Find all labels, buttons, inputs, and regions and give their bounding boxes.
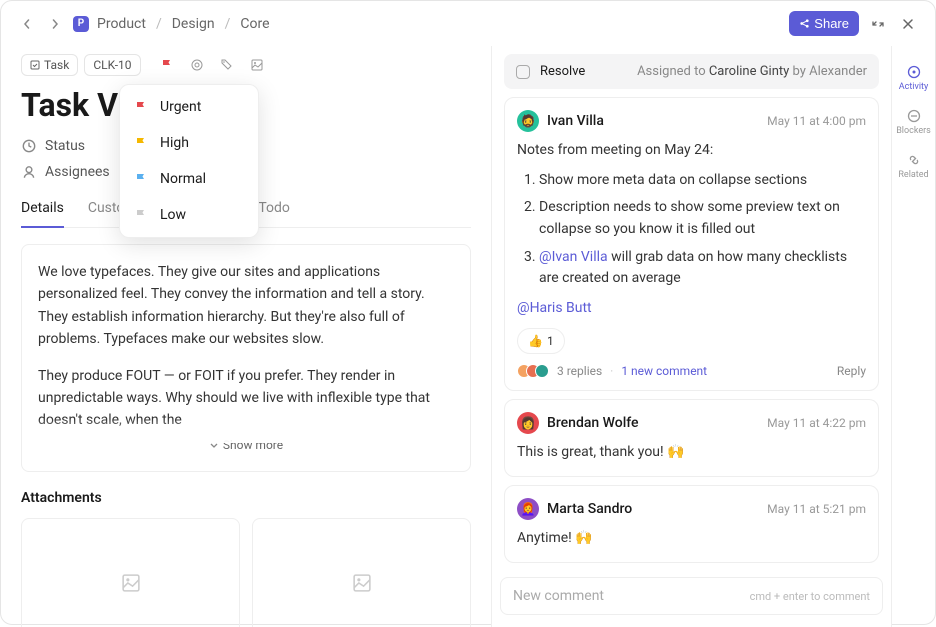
comment-time: May 11 at 4:22 pm (767, 416, 866, 430)
priority-flag-icon[interactable] (159, 57, 175, 73)
description-box[interactable]: We love typefaces. They give our sites a… (21, 244, 471, 472)
attachment-slot[interactable] (21, 518, 240, 627)
resolve-checkbox[interactable] (516, 65, 530, 79)
mention[interactable]: @Ivan Villa (539, 249, 608, 265)
target-icon[interactable] (189, 57, 205, 73)
breadcrumb-product[interactable]: Product (97, 16, 146, 32)
breadcrumb-core[interactable]: Core (240, 16, 269, 32)
comment-time: May 11 at 5:21 pm (767, 502, 866, 516)
new-comment-badge[interactable]: 1 new comment (621, 364, 707, 378)
breadcrumb-design[interactable]: Design (172, 16, 215, 32)
share-button[interactable]: Share (789, 11, 859, 36)
rail-related[interactable]: Related (892, 144, 935, 188)
breadcrumb-badge: P (73, 16, 89, 32)
tag-icon[interactable] (219, 57, 235, 73)
nav-back[interactable] (17, 14, 37, 34)
task-type-chip[interactable]: Task (21, 54, 78, 76)
comment-author[interactable]: Ivan Villa (547, 113, 604, 129)
avatar: 🧔 (517, 110, 539, 132)
reply-avatars (517, 364, 549, 378)
rail-blockers[interactable]: Blockers (892, 100, 935, 144)
rail-activity[interactable]: Activity (892, 56, 935, 100)
resolve-bar: Resolve Assigned to Caroline Ginty by Al… (504, 54, 879, 89)
priority-high[interactable]: High (120, 125, 258, 161)
nav-forward[interactable] (45, 14, 65, 34)
image-icon[interactable] (249, 57, 265, 73)
avatar: 👩‍🦰 (517, 498, 539, 520)
avatar: 👩 (517, 412, 539, 434)
priority-normal[interactable]: Normal (120, 161, 258, 197)
reply-button[interactable]: Reply (837, 364, 866, 378)
comment: 👩‍🦰 Marta Sandro May 11 at 5:21 pm Anyti… (504, 485, 879, 563)
comment-composer[interactable]: New comment cmd + enter to comment (500, 577, 883, 615)
comment: 🧔 Ivan Villa May 11 at 4:00 pm Notes fro… (504, 97, 879, 391)
reaction-chip[interactable]: 👍 1 (517, 328, 565, 355)
comment: 👩 Brendan Wolfe May 11 at 4:22 pm This i… (504, 399, 879, 477)
priority-urgent[interactable]: Urgent (120, 89, 258, 125)
mention[interactable]: @Haris Butt (517, 300, 592, 316)
comment-time: May 11 at 4:00 pm (767, 114, 866, 128)
close-icon[interactable] (897, 13, 919, 35)
tab-details[interactable]: Details (21, 200, 64, 228)
collapse-icon[interactable] (867, 13, 889, 35)
reply-count[interactable]: 3 replies (557, 364, 602, 378)
attachment-slot[interactable] (252, 518, 471, 627)
comment-author[interactable]: Marta Sandro (547, 501, 632, 517)
comment-author[interactable]: Brendan Wolfe (547, 415, 639, 431)
priority-low[interactable]: Low (120, 197, 258, 233)
assigned-to: Assigned to Caroline Ginty by Alexander (637, 64, 867, 79)
resolve-label[interactable]: Resolve (540, 64, 585, 79)
priority-dropdown[interactable]: Urgent High Normal Low (119, 84, 259, 238)
tab-todo[interactable]: Todo (258, 200, 290, 227)
attachments-heading: Attachments (21, 490, 471, 506)
task-id-chip[interactable]: CLK-10 (84, 54, 140, 76)
composer-hint: cmd + enter to comment (750, 590, 870, 603)
